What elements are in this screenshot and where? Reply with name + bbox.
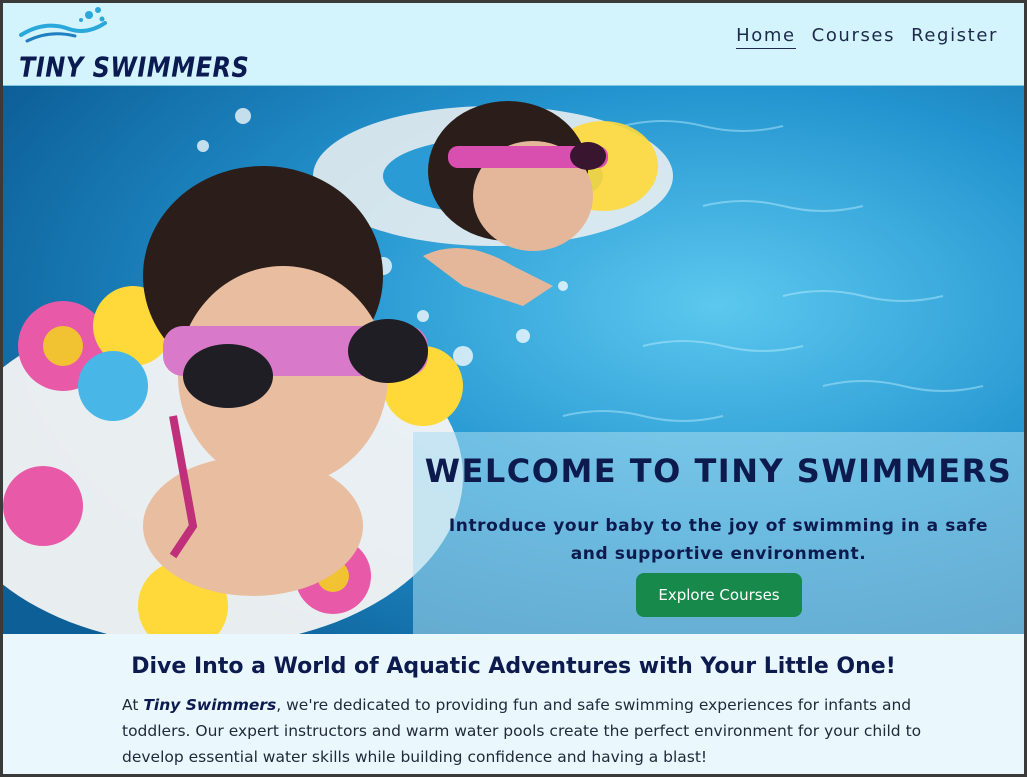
site-logo[interactable]: TINY SWIMMERS xyxy=(19,5,249,83)
hero-caption-panel: WELCOME TO TINY SWIMMERS Introduce your … xyxy=(413,432,1024,634)
intro-section: Dive Into a World of Aquatic Adventures … xyxy=(3,634,1024,774)
hero-title: WELCOME TO TINY SWIMMERS xyxy=(424,452,1013,490)
page-frame: TINY SWIMMERS Home Courses Register WELC… xyxy=(3,3,1024,774)
hero-section: WELCOME TO TINY SWIMMERS Introduce your … xyxy=(3,86,1024,634)
main-nav: Home Courses Register xyxy=(736,25,998,49)
navbar: TINY SWIMMERS Home Courses Register xyxy=(3,3,1024,86)
water-waves-icon xyxy=(19,7,107,43)
nav-courses-link[interactable]: Courses xyxy=(812,25,895,49)
intro-brand-name: Tiny Swimmers xyxy=(143,696,277,714)
explore-courses-button[interactable]: Explore Courses xyxy=(636,573,802,617)
intro-paragraph: At Tiny Swimmers, we're dedicated to pro… xyxy=(122,692,922,770)
intro-text-prefix: At xyxy=(122,696,144,714)
intro-heading: Dive Into a World of Aquatic Adventures … xyxy=(131,654,896,679)
hero-subtitle: Introduce your baby to the joy of swimmi… xyxy=(448,516,989,564)
nav-home-link[interactable]: Home xyxy=(736,25,796,49)
brand-name: TINY SWIMMERS xyxy=(19,51,250,84)
nav-register-link[interactable]: Register xyxy=(911,25,998,49)
